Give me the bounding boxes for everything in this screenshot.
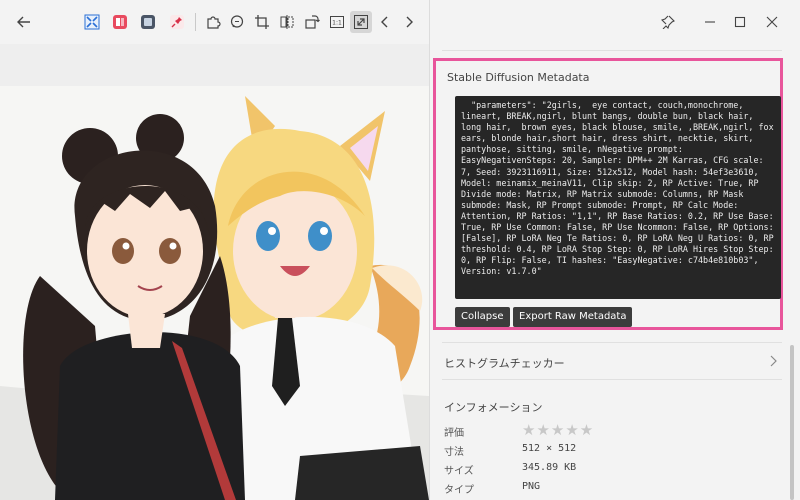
puzzle-icon[interactable] [202,11,224,33]
dimensions-key: 寸法 [444,447,464,458]
toolbar: 1:1 [0,0,429,44]
size-key: サイズ [444,466,474,477]
histogram-checker-row[interactable]: ヒストグラムチェッカー [442,342,782,380]
toolbar-divider [195,13,196,31]
chevron-right-icon [766,353,780,372]
type-key: タイプ [444,485,474,496]
metadata-title: Stable Diffusion Metadata [447,71,590,84]
rating-stars[interactable]: ★★★★★ [522,421,594,439]
collapse-button[interactable]: Collapse [455,307,510,327]
type-value: PNG [522,481,541,492]
actual-size-icon[interactable]: 1:1 [326,11,348,33]
size-value: 345.89 KB [522,462,577,473]
back-arrow-icon[interactable] [13,11,35,33]
maximize-icon[interactable] [728,11,752,33]
info-title: インフォメーション [444,401,543,414]
minimize-icon[interactable] [698,11,722,33]
chevron-right-icon[interactable] [398,11,420,33]
info-row-type: タイプ PNG [444,481,744,499]
fullscreen-icon[interactable] [350,11,372,33]
info-row-dimensions: 寸法 512 × 512 [444,443,744,461]
pin-icon[interactable] [656,11,680,33]
image-viewer-pane: 1:1 [0,0,430,500]
info-panel: Stable Diffusion Metadata "parameters": … [430,0,800,500]
app-icon-gray[interactable] [137,11,159,33]
anime-illustration [0,86,429,500]
close-icon[interactable] [760,11,784,33]
rotate-icon[interactable] [301,11,323,33]
divider [442,50,782,51]
app-icon-red[interactable] [109,11,131,33]
actual-size-label: 1:1 [332,20,342,27]
rating-key: 評価 [444,428,464,439]
compare-icon[interactable] [276,11,298,33]
export-raw-metadata-button[interactable]: Export Raw Metadata [513,307,633,327]
info-row-rating: 評価 ★★★★★ [444,421,744,442]
scrollbar[interactable] [790,345,794,500]
stable-diffusion-metadata-section: Stable Diffusion Metadata "parameters": … [433,58,783,330]
fit-screen-icon[interactable] [81,11,103,33]
chevron-left-icon[interactable] [374,11,396,33]
pin-app-icon[interactable] [166,11,188,33]
chat-icon[interactable] [226,11,248,33]
dimensions-value: 512 × 512 [522,443,577,454]
info-row-size: サイズ 345.89 KB [444,462,744,480]
metadata-text[interactable]: "parameters": "2girls, eye contact, couc… [455,96,781,299]
histogram-label: ヒストグラムチェッカー [444,357,565,370]
crop-icon[interactable] [251,11,273,33]
